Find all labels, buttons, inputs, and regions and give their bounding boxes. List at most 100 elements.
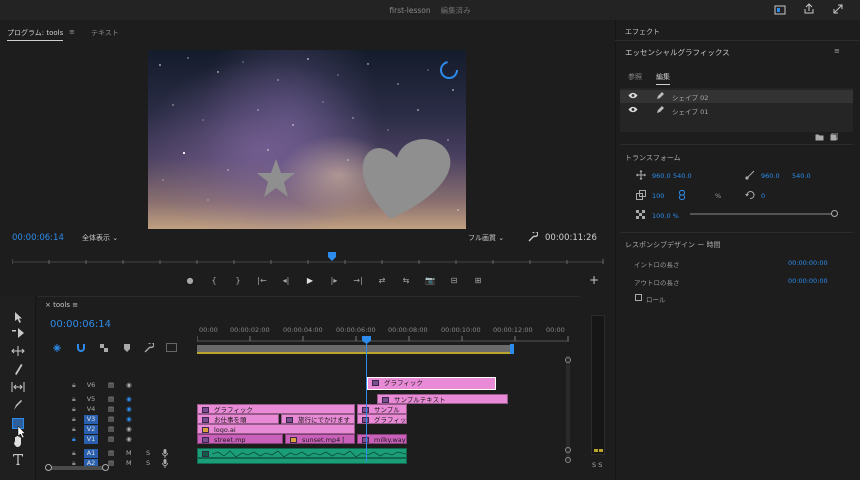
scroll-handle-top[interactable] — [565, 357, 571, 363]
audio-clip[interactable] — [197, 448, 407, 458]
track-name[interactable]: V4 — [84, 405, 98, 414]
clip[interactable]: logo.ai — [197, 424, 355, 434]
tab-sequence-tools[interactable]: × tools ≡ — [45, 301, 78, 309]
lock-icon[interactable]: 🔒︎ — [72, 381, 76, 390]
new-item-icon[interactable] — [830, 133, 838, 141]
comparison-view-button[interactable]: ⊟ — [442, 273, 466, 287]
work-area-end-handle[interactable] — [510, 344, 514, 354]
lock-icon[interactable]: 🔒︎ — [72, 425, 76, 434]
step-forward-button[interactable]: |▸ — [322, 273, 346, 287]
timeline-timecode[interactable]: 00:00:06:14 — [50, 319, 111, 330]
audio-clip[interactable] — [197, 458, 407, 464]
zoom-fit-select[interactable]: 全体表示 ⌄ — [82, 233, 118, 243]
track-name[interactable]: V1 — [84, 434, 98, 444]
eye-icon[interactable] — [628, 92, 638, 99]
sync-lock-icon[interactable]: ▤ — [108, 449, 114, 457]
tab-browse[interactable]: 参照 — [628, 72, 642, 82]
type-tool[interactable] — [10, 452, 26, 466]
track-name[interactable]: V3 — [84, 414, 98, 424]
eye-icon[interactable]: ◉ — [126, 435, 132, 443]
eye-icon[interactable] — [628, 106, 638, 113]
sync-lock-icon[interactable]: ▤ — [108, 405, 114, 413]
mark-in-button[interactable]: { — [202, 273, 226, 287]
rotation-value[interactable]: 0 — [761, 192, 765, 200]
nest-sequence-icon[interactable] — [52, 343, 62, 353]
safe-margins-button[interactable]: ⊞ — [466, 273, 490, 287]
tab-text[interactable]: テキスト — [91, 28, 119, 38]
button-editor-add[interactable]: + — [589, 273, 599, 287]
extract-button[interactable]: ⇆ — [394, 273, 418, 287]
mark-out-button[interactable]: } — [226, 273, 250, 287]
opacity-slider-handle[interactable] — [831, 210, 838, 217]
current-timecode[interactable]: 00:00:06:14 — [12, 233, 64, 243]
track-name[interactable]: V5 — [84, 395, 98, 404]
clip[interactable]: サンプル — [357, 404, 407, 414]
share-icon[interactable] — [774, 4, 786, 16]
eye-icon[interactable]: ◉ — [126, 381, 132, 389]
eye-icon[interactable]: ◉ — [126, 395, 132, 403]
scale-value[interactable]: 100 — [652, 192, 664, 200]
lift-button[interactable]: ⇄ — [370, 273, 394, 287]
roll-checkbox[interactable] — [635, 294, 642, 301]
panel-menu-icon[interactable]: ≡ — [72, 301, 78, 309]
eye-icon[interactable]: ◉ — [126, 425, 132, 433]
linked-selection-icon[interactable] — [99, 343, 109, 353]
microphone-icon[interactable] — [162, 448, 168, 458]
lock-icon[interactable]: 🔒︎ — [72, 395, 76, 404]
sync-lock-icon[interactable]: ▤ — [108, 425, 114, 433]
opacity-value[interactable]: 100.0 % — [652, 212, 679, 220]
track-name[interactable]: V6 — [84, 381, 98, 390]
go-to-in-button[interactable]: |← — [250, 273, 274, 287]
lock-icon[interactable]: 🔒︎ — [72, 449, 76, 458]
position-x-value[interactable]: 960.0 — [652, 172, 671, 180]
clip[interactable]: sunset.mp4 [ — [285, 434, 355, 444]
export-frame-button[interactable]: 📷 — [418, 273, 442, 287]
track-name[interactable]: A1 — [84, 448, 98, 458]
playback-quality-select[interactable]: フル画質 ⌄ — [468, 233, 504, 243]
wrench-icon[interactable] — [144, 343, 154, 353]
playback-scrubber[interactable] — [12, 252, 604, 266]
clip[interactable]: グラフィック — [197, 404, 355, 414]
clip[interactable]: お仕事を頑 — [197, 414, 279, 424]
layer-row[interactable]: シェイプ 02 — [620, 90, 853, 103]
go-to-out-button[interactable]: →| — [346, 273, 370, 287]
add-marker-button[interactable]: ● — [178, 273, 202, 287]
clip[interactable]: milky.way — [357, 434, 407, 444]
heart-shape[interactable] — [360, 138, 460, 218]
wrench-icon[interactable] — [528, 232, 538, 242]
anchor-x-value[interactable]: 960.0 — [761, 172, 780, 180]
add-marker-icon[interactable] — [122, 343, 132, 353]
mute-button[interactable]: M — [126, 449, 132, 457]
position-y-value[interactable]: 540.0 — [673, 172, 692, 180]
anchor-y-value[interactable]: 540.0 — [792, 172, 811, 180]
lock-icon[interactable]: 🔒︎ — [72, 435, 76, 444]
scroll-handle-bottom[interactable] — [565, 447, 571, 453]
export-icon[interactable] — [803, 3, 815, 15]
sync-lock-icon[interactable]: ▤ — [108, 381, 114, 389]
lock-icon[interactable]: 🔒︎ — [72, 405, 76, 414]
captions-icon[interactable] — [166, 343, 177, 352]
panel-menu-icon[interactable]: ≡ — [834, 47, 840, 55]
track-select-tool[interactable] — [10, 326, 26, 340]
solo-button[interactable]: S — [146, 459, 150, 467]
step-back-button[interactable]: ◂| — [274, 273, 298, 287]
clip[interactable]: サンプルテキスト — [377, 394, 508, 404]
panel-menu-icon[interactable]: ≡ — [69, 28, 75, 36]
time-ruler[interactable] — [197, 334, 569, 342]
razor-tool[interactable] — [10, 362, 26, 376]
slip-tool[interactable] — [10, 380, 26, 394]
mute-button[interactable]: M — [126, 459, 132, 467]
layer-row[interactable]: シェイプ 01 — [620, 104, 853, 117]
tab-edit[interactable]: 編集 — [656, 72, 670, 85]
clip[interactable]: グラフィッ — [357, 414, 407, 424]
clip[interactable]: street.mp — [197, 434, 283, 444]
track-name[interactable]: V2 — [84, 424, 98, 434]
sync-lock-icon[interactable]: ▤ — [108, 395, 114, 403]
clip[interactable]: グラフィック — [367, 377, 496, 390]
new-layer-icon[interactable] — [815, 133, 824, 141]
selection-tool[interactable] — [10, 310, 26, 324]
zoom-handle-left[interactable] — [45, 464, 52, 471]
intro-length-value[interactable]: 00:00:00:00 — [788, 259, 828, 267]
clip[interactable]: 旅行にでかけます — [281, 414, 355, 424]
tab-effects[interactable]: エフェクト — [625, 27, 660, 37]
